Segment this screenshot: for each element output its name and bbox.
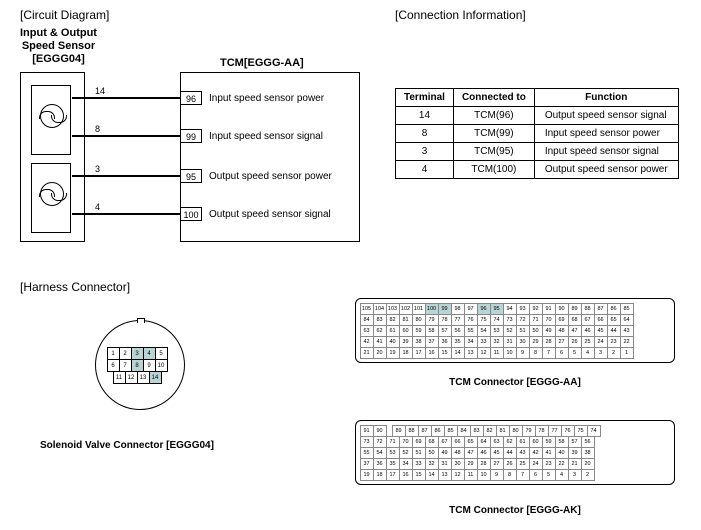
solenoid-circle: 1234567891011121314 bbox=[95, 320, 185, 410]
tcm-pin-20: 20 bbox=[373, 347, 387, 359]
pin-label-96: Input speed sensor power bbox=[209, 93, 324, 104]
tcm-pin-18: 18 bbox=[399, 347, 413, 359]
tcm-connector-aa: 1051041031021011009998979695949392919089… bbox=[355, 298, 675, 363]
tcm-pin-19: 19 bbox=[386, 347, 400, 359]
input-sensor-box bbox=[31, 85, 71, 155]
connection-info-title: [Connection Information] bbox=[395, 8, 526, 22]
tcm-pin-8: 8 bbox=[529, 347, 543, 359]
circuit-diagram-title: [Circuit Diagram] bbox=[20, 8, 109, 22]
pin-label-100: Output speed sensor signal bbox=[209, 209, 331, 220]
wire-3 bbox=[72, 175, 180, 177]
tcm-pin-4: 4 bbox=[581, 347, 595, 359]
wire-14 bbox=[72, 97, 180, 99]
tcm-pin-3: 3 bbox=[594, 347, 608, 359]
tcm-pin-6: 6 bbox=[555, 347, 569, 359]
sensor-label-line1: Input & Output bbox=[20, 27, 97, 40]
tcm-pin-11: 11 bbox=[490, 347, 504, 359]
sensor-label-line2: Speed Sensor bbox=[20, 40, 97, 53]
tcm-pin-15: 15 bbox=[438, 347, 452, 359]
table-row: 8TCM(99)Input speed sensor power bbox=[396, 125, 679, 143]
tcm-outer-box: 96 Input speed sensor power 99 Input spe… bbox=[180, 72, 360, 242]
tcm-pin-2: 2 bbox=[607, 347, 621, 359]
coil-icon bbox=[40, 104, 64, 128]
tcm-pin-12: 12 bbox=[477, 347, 491, 359]
wire-num-8: 8 bbox=[95, 124, 100, 134]
harness-connector-title: [Harness Connector] bbox=[20, 280, 130, 294]
tcm-ak-label: TCM Connector [EGGG-AK] bbox=[355, 505, 675, 516]
sensor-label-line3: [EGGG04] bbox=[20, 53, 97, 66]
th-connected: Connected to bbox=[453, 89, 534, 107]
output-sensor-box bbox=[31, 163, 71, 233]
pin-label-99: Input speed sensor signal bbox=[209, 131, 323, 142]
solenoid-pin-14: 14 bbox=[149, 371, 162, 384]
pin-label-95: Output speed sensor power bbox=[209, 171, 332, 182]
table-row: 14TCM(96)Output speed sensor signal bbox=[396, 107, 679, 125]
solenoid-label: Solenoid Valve Connector [EGGG04] bbox=[40, 440, 214, 451]
tcm-aa-label: TCM Connector [EGGG-AA] bbox=[355, 377, 675, 388]
tcm-pin-100: 100 bbox=[180, 207, 202, 221]
wire-8 bbox=[72, 135, 180, 137]
tcm-pin-9: 9 bbox=[516, 347, 530, 359]
tcm-pin-1: 1 bbox=[620, 347, 634, 359]
th-terminal: Terminal bbox=[396, 89, 454, 107]
tcm-pin-10: 10 bbox=[503, 347, 517, 359]
connection-table: Terminal Connected to Function 14TCM(96)… bbox=[395, 88, 679, 179]
table-header-row: Terminal Connected to Function bbox=[396, 89, 679, 107]
tcm-pin-96: 96 bbox=[180, 91, 202, 105]
table-row: 3TCM(95)Input speed sensor signal bbox=[396, 143, 679, 161]
tcm-pin-5: 5 bbox=[568, 347, 582, 359]
tcm-pin-17: 17 bbox=[412, 347, 426, 359]
sensor-block-label: Input & Output Speed Sensor [EGGG04] bbox=[20, 27, 97, 67]
tcm-pin-16: 16 bbox=[425, 347, 439, 359]
tcm-pin-99: 99 bbox=[180, 129, 202, 143]
wire-4 bbox=[72, 213, 180, 215]
th-function: Function bbox=[534, 89, 678, 107]
wire-num-14: 14 bbox=[95, 86, 105, 96]
table-row: 4TCM(100)Output speed sensor power bbox=[396, 161, 679, 179]
tcm-pin-7: 7 bbox=[542, 347, 556, 359]
wire-num-4: 4 bbox=[95, 202, 100, 212]
tcm-pin-95: 95 bbox=[180, 169, 202, 183]
wire-num-3: 3 bbox=[95, 164, 100, 174]
tcm-connector-ak: 9190898887868584838281807978777675747372… bbox=[355, 420, 675, 485]
tcm-pin-21: 21 bbox=[360, 347, 374, 359]
solenoid-connector: 1234567891011121314 bbox=[95, 320, 185, 410]
tcm-pin-14: 14 bbox=[451, 347, 465, 359]
tcm-block-label: TCM[EGGG-AA] bbox=[220, 57, 304, 69]
tcm-pin-13: 13 bbox=[464, 347, 478, 359]
coil-icon bbox=[40, 182, 64, 206]
